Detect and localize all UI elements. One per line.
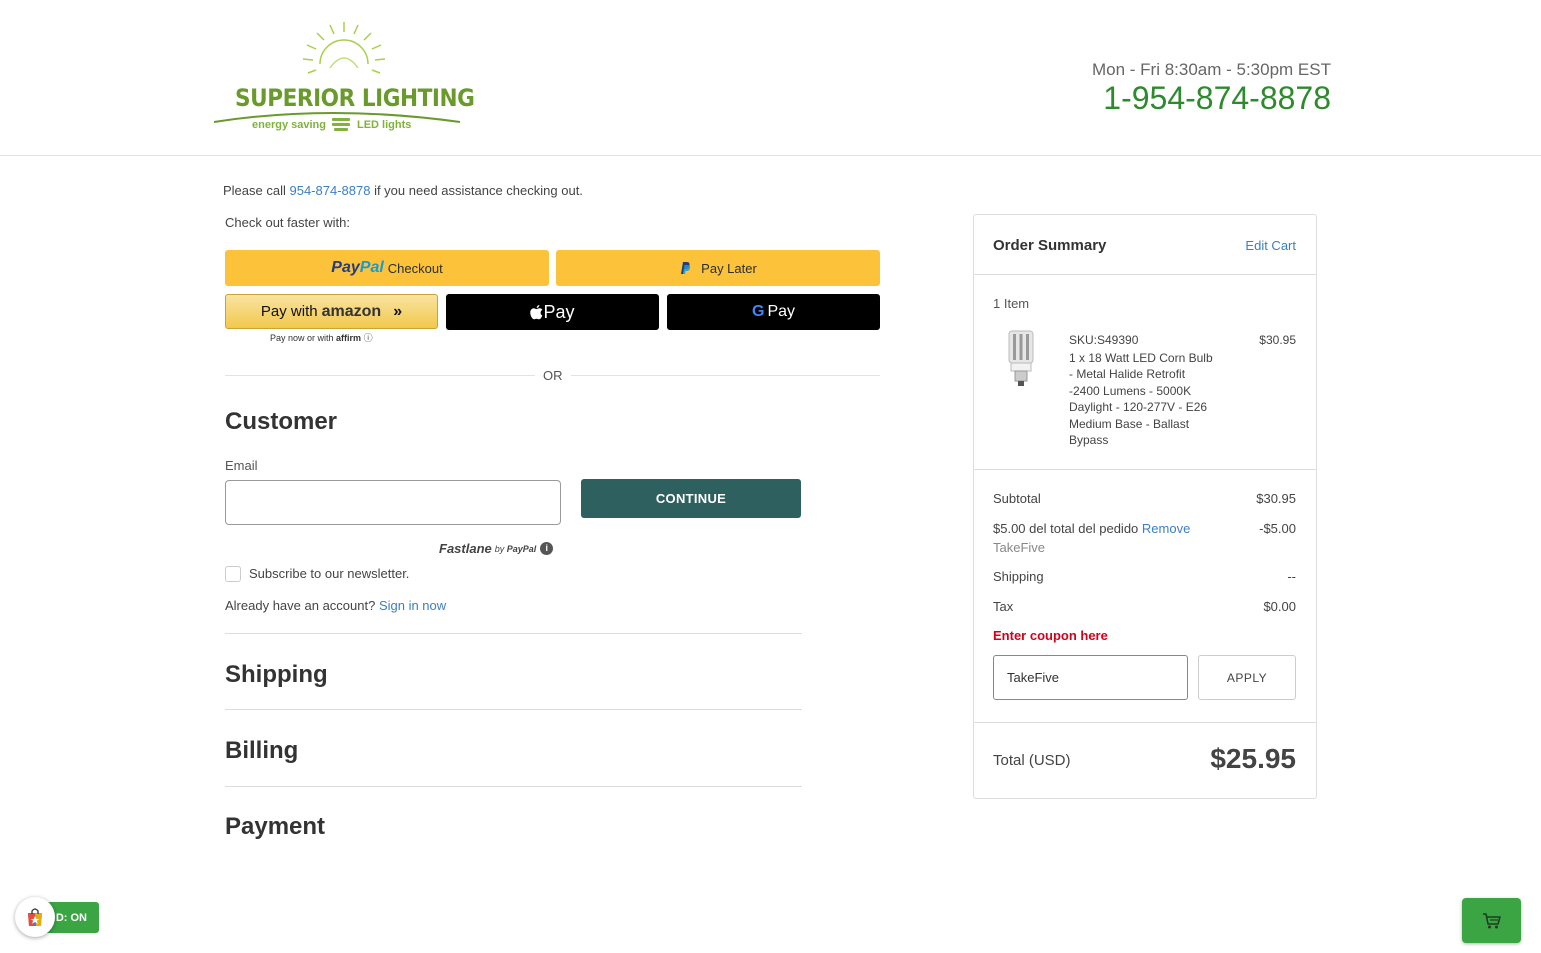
shipping-section-title[interactable]: Shipping	[225, 661, 328, 689]
or-divider-text: OR	[535, 368, 571, 383]
billing-section-title[interactable]: Billing	[225, 737, 298, 765]
discount-text: $5.00 del total del pedido	[993, 521, 1142, 536]
site-header: SUPERIOR LIGHTING energy saving LED ligh…	[0, 0, 1541, 156]
fastlane-paypal-badge: Fastlane by PayPal i	[439, 541, 554, 556]
logo-brand-text: SUPERIOR LIGHTING	[235, 84, 475, 112]
apple-pay-label: Pay	[543, 301, 575, 322]
section-divider	[225, 633, 802, 634]
order-summary-title: Order Summary	[993, 237, 1107, 254]
product-sku: SKU:S49390	[1069, 333, 1139, 347]
already-account-prefix: Already have an account?	[225, 598, 379, 613]
logo-tagline-right: LED lights	[357, 119, 412, 131]
pay-later-label: Pay Later	[701, 260, 757, 276]
tax-value: $0.00	[1263, 599, 1296, 614]
discount-value: -$5.00	[1259, 521, 1296, 536]
assist-prefix: Please call	[223, 183, 290, 198]
item-count: 1 Item	[993, 296, 1030, 311]
customer-section-title: Customer	[225, 408, 338, 435]
logo-sun-graphic	[213, 22, 461, 131]
paypal-checkout-label: Checkout	[387, 260, 443, 276]
paypal-pay-later-button[interactable]: Pay Later	[556, 250, 880, 286]
amazon-logo: amazon	[321, 302, 382, 320]
section-divider	[225, 786, 802, 787]
total-value: $25.95	[1210, 743, 1296, 774]
discount-label: $5.00 del total del pedido Remove	[993, 521, 1190, 536]
affirm-note: Pay now or with affirm ⓘ	[270, 331, 373, 344]
sign-in-link[interactable]: Sign in now	[379, 598, 446, 613]
discount-code: TakeFive	[993, 540, 1046, 555]
shopping-cart-icon	[1482, 912, 1501, 928]
affirm-prefix: Pay now or with	[270, 333, 334, 343]
product-thumbnail	[1008, 330, 1034, 386]
floating-cart-button[interactable]	[1462, 898, 1521, 943]
business-hours: Mon - Fri 8:30am - 5:30pm EST	[1091, 60, 1331, 79]
shopping-bag-icon	[28, 908, 42, 926]
assistance-text: Please call 954-874-8878 if you need ass…	[223, 183, 583, 198]
superior-lighting-logo[interactable]: SUPERIOR LIGHTING energy saving LED ligh…	[210, 18, 475, 138]
remove-discount-link[interactable]: Remove	[1142, 521, 1190, 536]
total-label: Total (USD)	[993, 752, 1071, 769]
google-g-icon: G	[751, 303, 765, 320]
paypal-checkout-button[interactable]: PayPal Checkout	[225, 250, 549, 286]
google-pay-label: Pay	[767, 303, 796, 320]
paypal-p-icon	[681, 262, 691, 274]
newsletter-label[interactable]: Subscribe to our newsletter.	[249, 566, 409, 581]
shipping-value: --	[1287, 569, 1296, 584]
fastlane-paypal-label: PayPal	[506, 543, 537, 554]
info-icon[interactable]: ⓘ	[364, 333, 373, 343]
subtotal-label: Subtotal	[993, 491, 1041, 506]
summary-divider	[974, 469, 1316, 470]
apply-coupon-button[interactable]: APPLY	[1198, 655, 1296, 700]
checkout-faster-label: Check out faster with:	[225, 215, 350, 230]
extension-shopping-bag-icon[interactable]	[15, 897, 55, 937]
product-price: $30.95	[1259, 333, 1296, 347]
google-pay-button[interactable]: G Pay	[667, 294, 880, 330]
edit-cart-link[interactable]: Edit Cart	[1245, 238, 1296, 253]
coupon-input[interactable]	[993, 655, 1188, 700]
paypal-logo-pay: Pay	[331, 259, 360, 276]
product-name: 1 x 18 Watt LED Corn Bulb - Metal Halide…	[1069, 351, 1213, 448]
newsletter-checkbox[interactable]	[225, 566, 241, 582]
email-label: Email	[225, 458, 258, 473]
logo-tagline-left: energy saving	[252, 119, 326, 131]
amazon-pay-prefix: Pay with	[260, 303, 318, 320]
section-divider	[225, 709, 802, 710]
apple-pay-button[interactable]: Pay	[446, 294, 659, 330]
fastlane-info-icon[interactable]: i	[540, 542, 554, 555]
paypal-logo-pal: Pal	[359, 259, 384, 276]
header-phone[interactable]: 1-954-874-8878	[1103, 80, 1331, 117]
fastlane-label: Fastlane	[439, 541, 492, 556]
summary-divider	[974, 722, 1316, 723]
email-input[interactable]	[225, 480, 561, 525]
order-summary-panel: Order Summary Edit Cart 1 Item SKU:S4939…	[973, 214, 1317, 799]
assist-suffix: if you need assistance checking out.	[370, 183, 583, 198]
affirm-logo: affirm	[336, 333, 362, 343]
assist-phone-link[interactable]: 954-874-8878	[289, 183, 370, 198]
tax-label: Tax	[993, 599, 1014, 614]
already-account-text: Already have an account? Sign in now	[225, 598, 446, 613]
shipping-label: Shipping	[993, 569, 1044, 584]
apple-icon	[530, 304, 543, 319]
continue-button[interactable]: CONTINUE	[581, 479, 801, 518]
chevron-double-right-icon: »	[393, 302, 403, 320]
amazon-pay-button[interactable]: Pay with amazon »	[225, 294, 438, 329]
paypal-logo: PayPal	[331, 259, 383, 277]
fastlane-by: by PayPal	[494, 543, 537, 554]
subtotal-value: $30.95	[1256, 491, 1296, 506]
coupon-label[interactable]: Enter coupon here	[993, 628, 1108, 643]
order-summary-header: Order Summary Edit Cart	[974, 215, 1316, 275]
payment-section-title[interactable]: Payment	[225, 813, 325, 841]
